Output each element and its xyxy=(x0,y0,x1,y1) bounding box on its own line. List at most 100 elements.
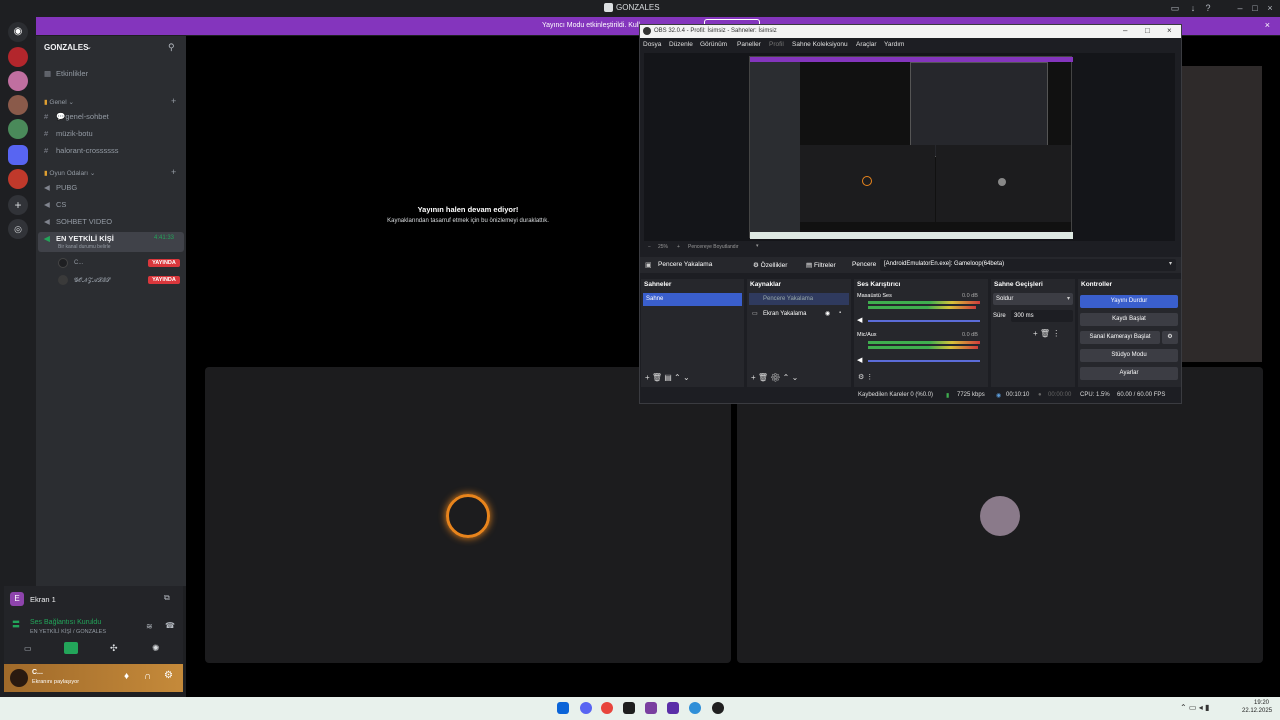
server-name[interactable]: GONZALES xyxy=(44,43,88,52)
chevron-down-icon[interactable]: ⌄ xyxy=(86,43,92,51)
menu-paneller[interactable]: Paneller xyxy=(737,41,761,48)
obs-preview[interactable] xyxy=(644,53,1175,241)
obs-taskbar-icon[interactable] xyxy=(712,702,724,714)
menu-araclar[interactable]: Araçlar xyxy=(856,41,877,48)
minimize-icon[interactable]: – xyxy=(1123,26,1127,35)
screen-share-icon[interactable] xyxy=(64,642,78,654)
add-channel-icon[interactable]: + xyxy=(171,96,176,106)
window-select[interactable]: [AndroidEmulatorEn.exe]: Gameloop(64beta… xyxy=(880,259,1176,271)
gear-icon[interactable]: ⚙ xyxy=(164,670,173,681)
volume-slider[interactable] xyxy=(868,360,980,362)
start-icon[interactable] xyxy=(557,702,569,714)
add-icon[interactable]: + 🗑 ⚙ ⌃ ⌄ xyxy=(751,373,798,382)
voice-channel-sohbet[interactable]: ◀ SOHBET VIDEO xyxy=(44,217,112,226)
discord-home-icon[interactable]: ◉ xyxy=(8,22,28,42)
headphones-icon[interactable]: ∩ xyxy=(144,671,151,682)
connection-status[interactable]: Ses Bağlantısı Kuruldu xyxy=(30,619,101,626)
add-server-icon[interactable]: + xyxy=(8,195,28,215)
camera-icon[interactable]: ▭ xyxy=(24,644,32,653)
clock-date[interactable]: 22.12.2025 xyxy=(1242,708,1272,714)
server-icon-active[interactable] xyxy=(8,145,28,165)
clock-time[interactable]: 19:20 xyxy=(1254,700,1269,706)
server-icon-3[interactable] xyxy=(8,95,28,115)
zoom-minus-icon[interactable]: − xyxy=(648,244,651,250)
properties-button[interactable]: ⚙ Özellikler xyxy=(753,261,787,269)
menu-gorunum[interactable]: Görünüm xyxy=(700,41,727,48)
server-icon-4[interactable] xyxy=(8,119,28,139)
start-virtual-camera-button[interactable]: Sanal Kamerayı Başlat xyxy=(1080,331,1160,344)
speaker-icon[interactable]: ◀ xyxy=(857,316,862,324)
channel-muzik-botu[interactable]: # müzik-botu xyxy=(44,129,93,138)
minimize-icon[interactable]: – xyxy=(1234,2,1246,14)
voice-member-name[interactable]: 𝓖𝓞𝓝𝓩𝓐𝓛𝓔𝓢 xyxy=(74,277,110,285)
start-recording-button[interactable]: Kaydı Başlat xyxy=(1080,313,1178,326)
eye-icon[interactable]: ◉ xyxy=(825,310,830,317)
add-member-icon[interactable]: ⚲ xyxy=(168,42,175,53)
channel-status[interactable]: Bir kanal durumu belirle xyxy=(58,244,111,250)
lock-icon[interactable]: ▪ xyxy=(839,310,841,316)
app-taskbar-icon[interactable] xyxy=(645,702,657,714)
events-item[interactable]: ▦ Etkinlikler xyxy=(44,69,88,78)
maximize-icon[interactable]: □ xyxy=(1145,26,1150,35)
close-icon[interactable]: × xyxy=(1167,26,1172,35)
app-taskbar-icon[interactable] xyxy=(689,702,701,714)
add-icon[interactable]: + 🗑 ⋮ xyxy=(1033,329,1060,338)
soundboard-icon[interactable]: ✺ xyxy=(152,643,160,654)
terminal-taskbar-icon[interactable] xyxy=(623,702,635,714)
explore-icon[interactable]: ◎ xyxy=(8,219,28,239)
maximize-icon[interactable]: □ xyxy=(1249,2,1261,14)
category-oyun-odalari[interactable]: ▮ Oyun Odaları ⌄ xyxy=(44,169,95,177)
category-genel[interactable]: ▮ Genel ⌄ xyxy=(44,98,74,106)
popout-icon[interactable]: ⧉ xyxy=(164,593,170,603)
app-taskbar-icon[interactable] xyxy=(667,702,679,714)
volume-slider[interactable] xyxy=(868,320,980,322)
activities-icon[interactable]: ✣ xyxy=(110,643,118,654)
inbox-icon[interactable]: ▭ xyxy=(1169,2,1181,14)
username[interactable]: C... xyxy=(32,669,43,676)
studio-mode-button[interactable]: Stüdyo Modu xyxy=(1080,349,1178,362)
help-icon[interactable]: ? xyxy=(1202,2,1214,14)
add-channel-icon[interactable]: + xyxy=(171,167,176,177)
participant-tile-1[interactable] xyxy=(205,367,731,663)
banner-close-icon[interactable]: × xyxy=(1265,20,1270,30)
filters-button[interactable]: ▤ Filtreler xyxy=(806,261,836,269)
zoom-mode[interactable]: Pencereye Boyutlandır xyxy=(688,244,739,250)
microphone-icon[interactable]: ♦ xyxy=(124,671,129,682)
voice-member-name[interactable]: C... xyxy=(74,260,83,266)
channel-genel-sohbet[interactable]: # 💬genel-sohbet xyxy=(44,112,109,121)
connection-location[interactable]: EN YETKİLİ KİŞİ / GONZALES xyxy=(30,629,106,635)
mixer-settings-icon[interactable]: ⚙ ⋮ xyxy=(858,373,873,381)
noise-suppression-icon[interactable]: ≋ xyxy=(146,622,153,631)
menu-dosya[interactable]: Dosya xyxy=(643,41,661,48)
voice-channel-cs[interactable]: ◀ CS xyxy=(44,200,66,209)
chevron-down-icon[interactable]: ▾ xyxy=(756,243,759,249)
server-icon-1[interactable] xyxy=(8,47,28,67)
voice-channel-pubg[interactable]: ◀ PUBG xyxy=(44,183,77,192)
duration-input[interactable]: 300 ms xyxy=(1011,310,1073,322)
menu-profil[interactable]: Profil xyxy=(769,41,784,48)
stop-streaming-button[interactable]: Yayını Durdur xyxy=(1080,295,1178,308)
add-icon[interactable]: + 🗑 ▤ ⌃ ⌄ xyxy=(645,373,690,382)
avatar[interactable] xyxy=(10,669,28,687)
source-item[interactable]: ▭ Ekran Yakalama ◉ ▪ xyxy=(749,308,849,320)
discord-taskbar-icon[interactable] xyxy=(580,702,592,714)
settings-button[interactable]: Ayarlar xyxy=(1080,367,1178,380)
server-icon-2[interactable] xyxy=(8,71,28,91)
gear-icon[interactable]: ⚙ xyxy=(1162,331,1178,344)
server-icon-5[interactable] xyxy=(8,169,28,189)
menu-yardim[interactable]: Yardım xyxy=(884,41,904,48)
transition-select[interactable]: Soldur ▾ xyxy=(993,293,1073,305)
download-icon[interactable]: ↓ xyxy=(1187,2,1199,14)
tray-icons[interactable]: ⌃ ▭ ◂ ▮ xyxy=(1180,703,1209,712)
scene-item[interactable]: Sahne xyxy=(643,293,742,306)
speaker-icon[interactable]: ◀ xyxy=(857,356,862,364)
disconnect-icon[interactable]: ☎ xyxy=(165,621,175,630)
source-item[interactable]: Pencere Yakalama xyxy=(749,293,849,305)
participant-tile-2[interactable] xyxy=(737,367,1263,663)
menu-sahne-koleksiyonu[interactable]: Sahne Koleksiyonu xyxy=(792,41,848,48)
zoom-plus-icon[interactable]: + xyxy=(677,244,680,250)
menu-duzenle[interactable]: Düzenle xyxy=(669,41,693,48)
close-icon[interactable]: × xyxy=(1264,2,1276,14)
channel-halorant[interactable]: # halorant-crossssss xyxy=(44,146,119,155)
chrome-taskbar-icon[interactable] xyxy=(601,702,613,714)
